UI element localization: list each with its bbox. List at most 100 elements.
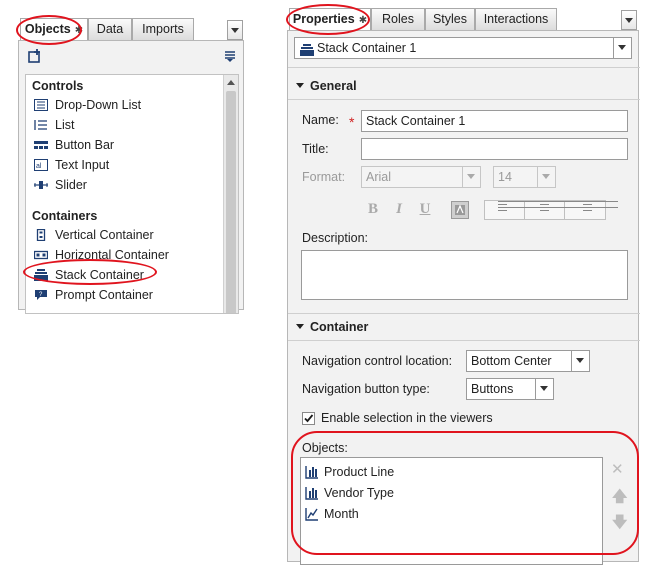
scroll-up-arrow-icon[interactable] xyxy=(227,80,235,85)
scroll-thumb[interactable] xyxy=(226,91,236,313)
tab-data[interactable]: Data xyxy=(88,18,132,40)
list-item-text-input[interactable]: al Text Input xyxy=(34,155,109,175)
bold-button[interactable]: B xyxy=(360,199,386,219)
properties-panel-body: Stack Container 1 General Name: * Stack … xyxy=(287,30,640,565)
chevron-down-icon xyxy=(576,358,584,363)
dropdown-button[interactable] xyxy=(571,351,589,371)
list-options-icon[interactable] xyxy=(224,50,236,62)
nav-button-label: Navigation button type: xyxy=(302,382,430,396)
collapse-arrow-icon xyxy=(296,324,304,329)
list-item-list[interactable]: List xyxy=(34,115,74,135)
general-section-header[interactable]: General xyxy=(296,79,357,93)
nav-button-select[interactable]: Buttons xyxy=(466,378,554,400)
stack-container-icon xyxy=(300,42,314,56)
font-select[interactable]: Arial xyxy=(361,166,481,188)
left-panel: Objects ✱ Data Imports Controls Drop-Down… xyxy=(18,18,244,314)
list-item-label: Horizontal Container xyxy=(55,248,169,262)
tab-properties[interactable]: Properties ✱ xyxy=(289,8,371,31)
chevron-down-icon xyxy=(540,386,548,391)
containers-header: Containers xyxy=(32,209,98,223)
name-label: Name: xyxy=(302,113,339,127)
dropdown-button[interactable] xyxy=(462,167,480,187)
bar-chart-icon xyxy=(305,486,319,500)
remove-icon[interactable]: ✕ xyxy=(611,460,624,478)
align-right-button[interactable] xyxy=(565,201,618,219)
list-item-label: Text Input xyxy=(55,158,110,172)
list-item-dropdown-list[interactable]: Drop-Down List xyxy=(34,95,141,115)
list-item-label: Slider xyxy=(55,178,87,192)
font-size-select[interactable]: 14 xyxy=(493,166,556,188)
font-select-value: Arial xyxy=(366,170,392,184)
line-chart-icon xyxy=(305,507,319,521)
dropdown-button[interactable] xyxy=(535,379,553,399)
horizontal-container-icon xyxy=(33,247,49,260)
list-item-horizontal-container[interactable]: Horizontal Container xyxy=(33,245,169,265)
stack-container-icon xyxy=(34,267,48,281)
list-item-button-bar[interactable]: Button Bar xyxy=(34,135,114,155)
align-right-icon xyxy=(578,201,618,219)
underline-button[interactable]: U xyxy=(412,199,438,219)
chevron-down-icon xyxy=(542,174,550,179)
panel-menu-button[interactable] xyxy=(621,10,637,30)
panel-menu-button[interactable] xyxy=(227,20,243,40)
dropdown-button[interactable] xyxy=(613,38,631,58)
tab-objects-label: Objects xyxy=(24,22,71,36)
text-color-icon[interactable] xyxy=(451,201,469,219)
tab-interactions-label: Interactions xyxy=(483,12,549,26)
alignment-group xyxy=(484,200,618,220)
button-bar-icon xyxy=(34,137,48,149)
close-icon[interactable]: ✱ xyxy=(359,15,367,26)
name-input-value: Stack Container 1 xyxy=(366,114,466,128)
align-center-button[interactable] xyxy=(525,201,578,219)
italic-button[interactable]: I xyxy=(386,199,412,219)
move-up-icon[interactable]: 🡅 xyxy=(612,486,627,511)
objects-listbox[interactable]: Product Line Vendor Type Month xyxy=(300,457,603,565)
divider xyxy=(288,313,640,314)
tab-data-label: Data xyxy=(96,22,124,36)
list-item-vendor-type[interactable]: Vendor Type xyxy=(305,483,394,503)
list-item-label: List xyxy=(55,118,75,132)
list-item-prompt-container[interactable]: ? Prompt Container xyxy=(34,285,153,305)
list-item-month[interactable]: Month xyxy=(305,504,359,524)
list-item-product-line[interactable]: Product Line xyxy=(305,462,394,482)
prompt-container-icon: ? xyxy=(34,287,48,300)
tab-interactions[interactable]: Interactions xyxy=(475,8,557,30)
tab-styles[interactable]: Styles xyxy=(425,8,475,30)
objects-label: Objects: xyxy=(302,441,348,455)
required-marker: * xyxy=(349,114,355,130)
tab-imports-label: Imports xyxy=(142,22,184,36)
objects-panel-body: Controls Drop-Down List List Button Bar … xyxy=(18,40,244,314)
objects-list[interactable]: Controls Drop-Down List List Button Bar … xyxy=(25,74,239,314)
title-input[interactable] xyxy=(361,138,628,160)
tab-roles[interactable]: Roles xyxy=(371,8,425,30)
nav-location-select[interactable]: Bottom Center xyxy=(466,350,590,372)
list-icon xyxy=(34,117,48,130)
list-item-stack-container[interactable]: Stack Container xyxy=(34,265,144,285)
object-selector[interactable]: Stack Container 1 xyxy=(294,37,632,59)
tab-properties-label: Properties xyxy=(292,12,355,26)
controls-header: Controls xyxy=(32,79,84,93)
enable-selection-label: Enable selection in the viewers xyxy=(321,411,493,425)
checkmark-icon xyxy=(304,414,314,423)
tab-objects[interactable]: Objects ✱ xyxy=(20,18,88,41)
title-label: Title: xyxy=(302,142,329,156)
divider xyxy=(288,99,640,100)
dropdown-list-icon xyxy=(34,97,48,111)
chevron-down-icon xyxy=(618,45,626,50)
list-item-vertical-container[interactable]: Vertical Container xyxy=(34,225,154,245)
new-object-icon[interactable] xyxy=(28,49,42,63)
dropdown-button[interactable] xyxy=(537,167,555,187)
align-left-button[interactable] xyxy=(485,201,538,219)
close-icon[interactable]: ✱ xyxy=(75,25,83,36)
tab-imports[interactable]: Imports xyxy=(132,18,194,40)
tab-roles-label: Roles xyxy=(382,12,414,26)
name-input[interactable]: Stack Container 1 xyxy=(361,110,628,132)
tab-styles-label: Styles xyxy=(432,12,468,26)
description-textarea[interactable] xyxy=(301,250,628,300)
move-down-icon[interactable]: 🡇 xyxy=(612,512,627,537)
format-label: Format: xyxy=(302,170,346,184)
list-item-slider[interactable]: Slider xyxy=(34,175,87,195)
scrollbar[interactable] xyxy=(223,75,238,313)
enable-selection-checkbox[interactable] xyxy=(302,412,315,425)
container-section-header[interactable]: Container xyxy=(296,320,368,334)
